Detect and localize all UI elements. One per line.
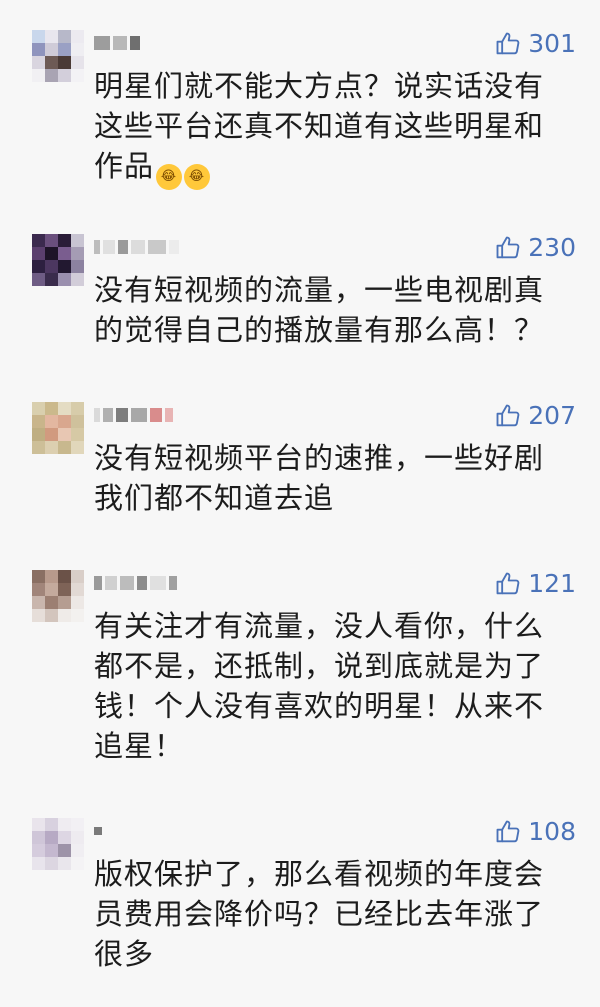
like-button[interactable]: 230 <box>494 234 576 262</box>
like-count: 207 <box>528 401 576 430</box>
comment-text: 版权保护了，那么看视频的年度会员费用会降价吗？已经比去年涨了很多 <box>94 857 545 971</box>
avatar[interactable] <box>32 818 84 870</box>
thumbs-up-icon <box>496 32 520 55</box>
comment-list: 301 明星们就不能大方点？说实话没有这些平台还真不知道有这些明星和作品 😂 😂 2… <box>0 0 600 1007</box>
avatar[interactable] <box>32 570 84 622</box>
like-button[interactable]: 301 <box>494 30 576 58</box>
comment-text: 没有短视频的流量，一些电视剧真的觉得自己的播放量有那么高！？ <box>94 273 545 347</box>
avatar[interactable] <box>32 30 84 82</box>
laughing-crying-emoji: 😂 <box>184 164 211 190</box>
username-blurred[interactable] <box>94 822 102 840</box>
laughing-crying-emoji: 😂 <box>156 164 183 190</box>
like-count: 301 <box>528 29 576 58</box>
username-blurred[interactable] <box>94 574 177 592</box>
comment-text: 明星们就不能大方点？说实话没有这些平台还真不知道有这些明星和作品 😂 😂 <box>94 66 564 190</box>
like-button[interactable]: 108 <box>494 818 576 846</box>
username-blurred[interactable] <box>94 406 173 424</box>
thumbs-up-icon <box>496 820 520 843</box>
username-blurred[interactable] <box>94 34 140 52</box>
username-blurred[interactable] <box>94 238 179 256</box>
avatar[interactable] <box>32 234 84 286</box>
thumbs-up-icon <box>496 236 520 259</box>
like-count: 108 <box>528 817 576 846</box>
like-button[interactable]: 121 <box>494 570 576 598</box>
like-count: 230 <box>528 233 576 262</box>
thumbs-up-icon <box>496 572 520 595</box>
like-button[interactable]: 207 <box>494 402 576 430</box>
comment-text: 有关注才有流量，没人看你，什么都不是，还抵制，说到底就是为了钱！个人没有喜欢的明… <box>94 609 545 763</box>
like-count: 121 <box>528 569 576 598</box>
comment-text: 没有短视频平台的速推，一些好剧我们都不知道去追 <box>94 441 545 515</box>
thumbs-up-icon <box>496 404 520 427</box>
avatar[interactable] <box>32 402 84 454</box>
